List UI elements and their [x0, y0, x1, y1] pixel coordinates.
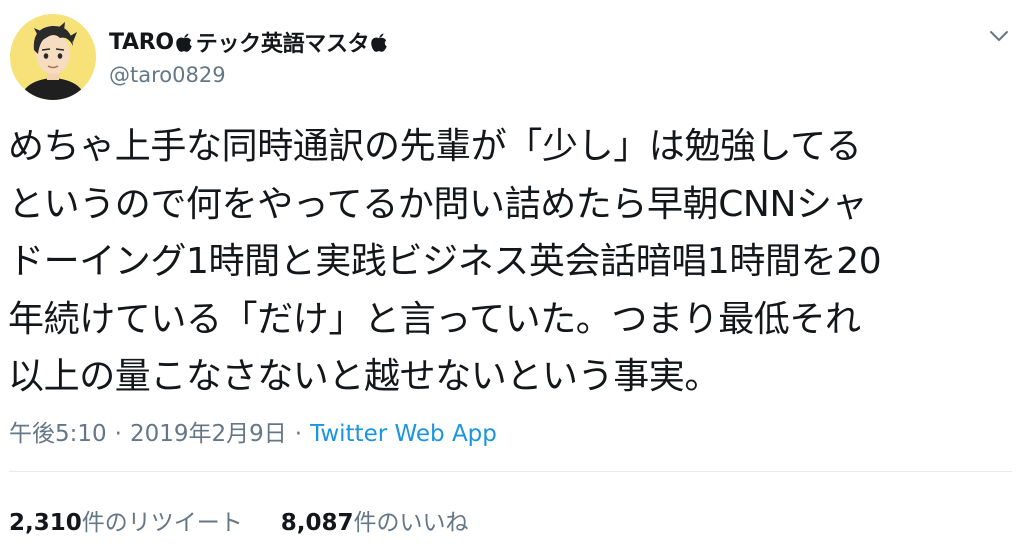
apple-logo-icon — [176, 33, 192, 52]
retweets-stat[interactable]: 2,310件のリツイート — [9, 503, 243, 537]
avatar-illustration — [10, 14, 96, 100]
apple-logo-icon — [371, 33, 388, 52]
avatar[interactable] — [10, 14, 96, 100]
divider — [9, 471, 1012, 472]
likes-label: 件のいいね — [353, 510, 469, 536]
meta-separator: · — [114, 421, 122, 447]
likes-stat[interactable]: 8,087件のいいね — [281, 503, 469, 537]
chevron-down-icon[interactable] — [987, 28, 1011, 44]
tweet-card: TARO テック英語マスタ @taro0829 めちゃ上手な同時通訳の先輩が「少… — [0, 0, 1024, 553]
tweet-text: めちゃ上手な同時通訳の先輩が「少し」は勉強してる というので何をやってるか問い詰… — [8, 126, 882, 397]
retweets-label: 件のリツイート — [81, 510, 243, 536]
meta-separator: · — [294, 421, 303, 447]
tweet-source-link[interactable]: Twitter Web App — [310, 421, 497, 447]
display-name-text: TARO — [109, 29, 174, 55]
tweet-date[interactable]: 2019年2月9日 — [130, 421, 287, 447]
tweet-time[interactable]: 午後5:10 — [9, 421, 107, 447]
tweet-meta: 午後5:10 · 2019年2月9日 · Twitter Web App — [9, 414, 497, 448]
display-name-text: テック英語マスタ — [195, 32, 370, 57]
tweet-stats: 2,310件のリツイート 8,087件のいいね — [9, 503, 469, 537]
retweets-count: 2,310 — [9, 510, 82, 536]
user-handle[interactable]: @taro0829 — [109, 63, 226, 87]
display-name[interactable]: TARO テック英語マスタ — [109, 26, 391, 58]
likes-count: 8,087 — [280, 510, 354, 536]
